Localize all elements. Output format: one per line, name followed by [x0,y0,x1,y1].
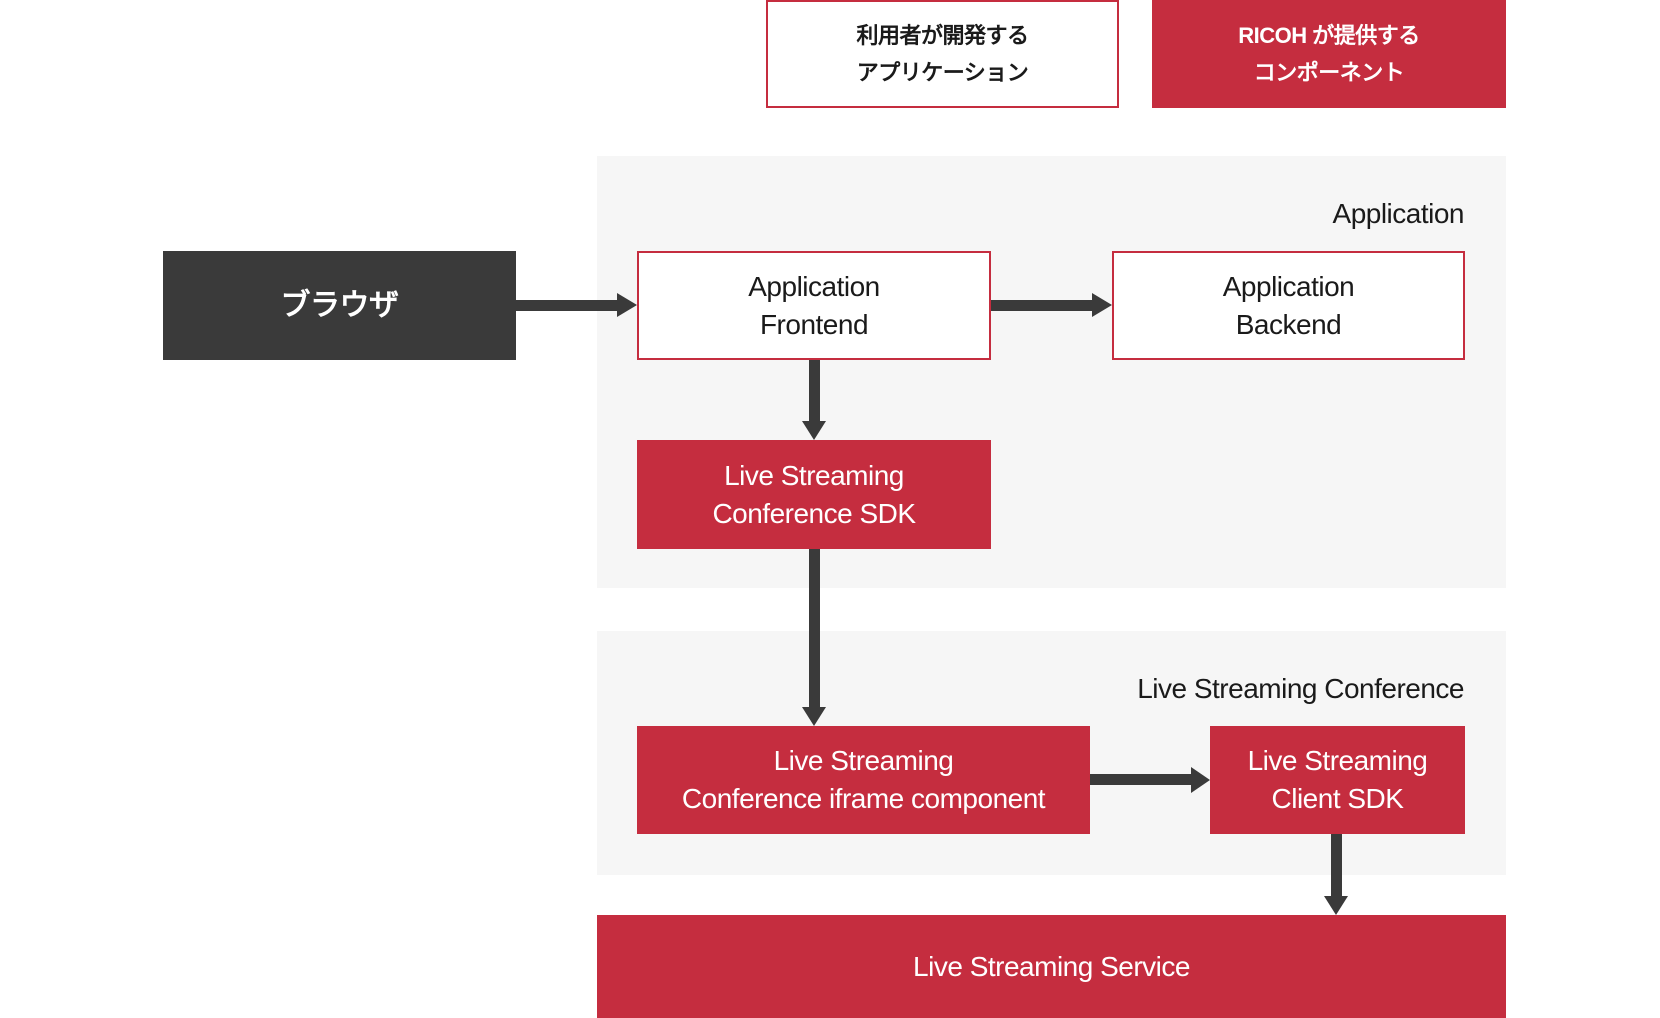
arrow-frontend-to-sdk [802,360,826,440]
arrow-sdk-to-iframe [802,549,826,726]
arrow-client-sdk-to-service [1324,834,1348,915]
arrow-frontend-to-backend [991,293,1112,317]
arrows [516,293,1348,915]
arrow-iframe-to-client-sdk [1090,767,1210,793]
arrow-browser-to-frontend [516,293,637,317]
